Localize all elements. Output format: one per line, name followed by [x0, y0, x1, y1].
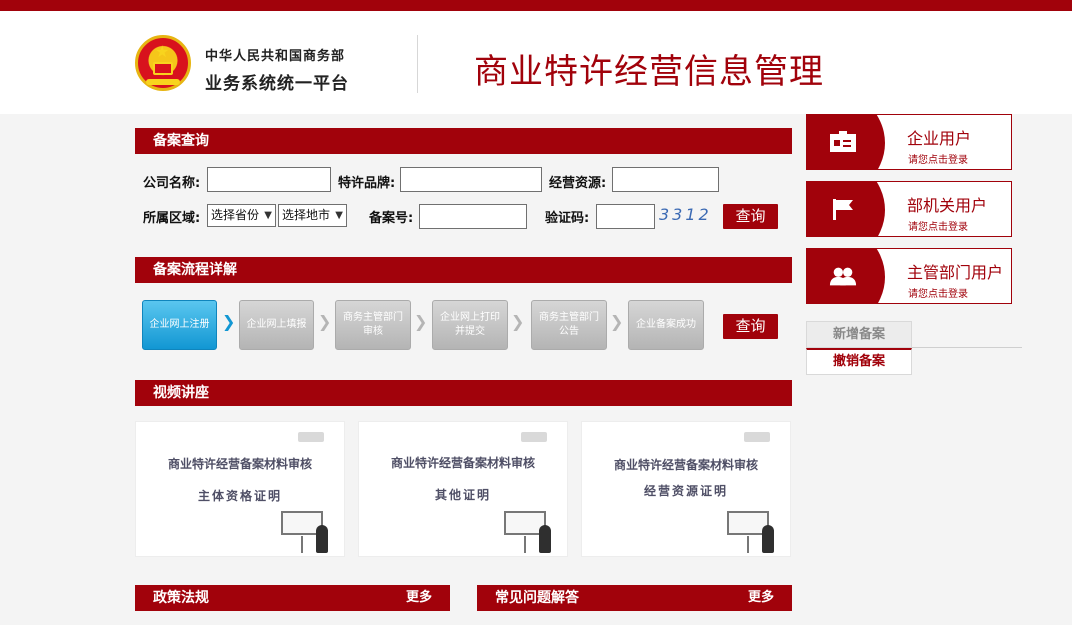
id-card-icon [829, 131, 857, 153]
video-card-subtitle: 其他证明 [434, 488, 491, 502]
record-tabs: 新增备案 撤销备案 [806, 321, 1022, 375]
process-query-button[interactable]: 查询 [723, 314, 778, 339]
resource-input[interactable] [612, 167, 719, 192]
policy-title: 政策法规 [153, 590, 209, 606]
video-card-title: 商业特许经营备案材料审核 [390, 456, 535, 470]
search-query-button[interactable]: 查询 [723, 204, 778, 229]
users-icon [829, 265, 857, 287]
captcha-label: 验证码: [545, 211, 590, 226]
ministry-user-login[interactable]: 部机关用户 请您点击登录 [806, 181, 1012, 237]
arrow-right-icon: ❯ [318, 312, 332, 331]
national-emblem-icon: ★ [135, 35, 191, 91]
arrow-right-icon: ❯ [414, 312, 428, 331]
region-label: 所属区域: [143, 211, 201, 226]
city-select[interactable]: 选择地市 ▼ [278, 204, 347, 227]
chevron-down-icon: ▼ [264, 210, 272, 221]
emblem-star-icon: ★ [155, 42, 170, 61]
presenter-icon [539, 525, 551, 553]
board-stand-icon [747, 536, 749, 553]
tab-new-record[interactable]: 新增备案 [806, 321, 912, 348]
arrow-right-icon: ❯ [610, 312, 624, 331]
video-card-subtitle: 主体资格证明 [197, 489, 282, 503]
tab-cancel-record[interactable]: 撤销备案 [806, 348, 912, 375]
process-section-header: 备案流程详解 [135, 257, 792, 283]
video-logo-icon [298, 432, 324, 442]
video-card-resource[interactable]: 商业特许经营备案材料审核 经营资源证明 [581, 421, 791, 557]
ministry-user-login-hint: 请您点击登录 [908, 222, 968, 233]
record-number-label: 备案号: [369, 211, 414, 226]
tab-divider-line [912, 347, 1022, 348]
ministry-user-title: 部机关用户 [907, 196, 988, 215]
city-select-value: 选择地市 [282, 208, 331, 222]
competent-user-title: 主管部门用户 [907, 263, 1004, 282]
site-header: ★ 中华人民共和国商务部 业务系统统一平台 商业特许经营信息管理 [0, 11, 1072, 114]
step-record-success[interactable]: 企业备案成功 [628, 300, 704, 350]
company-name-label: 公司名称: [143, 176, 201, 191]
resource-label: 经营资源: [549, 176, 607, 191]
emblem-base-icon [146, 79, 180, 85]
policy-more-link[interactable]: 更多 [406, 585, 432, 611]
video-card-other[interactable]: 商业特许经营备案材料审核 其他证明 [358, 421, 568, 557]
province-select[interactable]: 选择省份 ▼ [207, 204, 276, 227]
site-title: 商业特许经营信息管理 [474, 52, 824, 92]
company-name-input[interactable] [207, 167, 331, 192]
emblem-gate-icon [153, 62, 173, 75]
video-section-header: 视频讲座 [135, 380, 792, 406]
arrow-right-icon: ❯ [511, 312, 525, 331]
video-logo-icon [521, 432, 547, 442]
step-print-submit[interactable]: 企业网上打印并提交 [432, 300, 508, 350]
presenter-icon [316, 525, 328, 553]
search-section-header: 备案查询 [135, 128, 792, 154]
captcha-image[interactable]: 3312 [659, 204, 713, 228]
competent-user-login-hint: 请您点击登录 [908, 289, 968, 300]
step-department-announcement[interactable]: 商务主管部门公告 [531, 300, 607, 350]
brand-input[interactable] [400, 167, 542, 192]
competent-department-user-login[interactable]: 主管部门用户 请您点击登录 [806, 248, 1012, 304]
header-divider [417, 35, 418, 93]
ministry-name: 中华人民共和国商务部 [205, 49, 346, 64]
platform-name: 业务系统统一平台 [205, 74, 349, 94]
enterprise-user-title: 企业用户 [907, 129, 972, 148]
chevron-down-icon: ▼ [335, 210, 343, 221]
captcha-input[interactable] [596, 204, 655, 229]
enterprise-user-login-hint: 请您点击登录 [908, 155, 968, 166]
video-card-subject[interactable]: 商业特许经营备案材料审核 主体资格证明 [135, 421, 345, 557]
step-online-filing[interactable]: 企业网上填报 [239, 300, 314, 350]
presenter-icon [762, 525, 774, 553]
video-card-title: 商业特许经营备案材料审核 [167, 457, 312, 471]
faq-more-link[interactable]: 更多 [748, 585, 774, 611]
step-department-review[interactable]: 商务主管部门审核 [335, 300, 411, 350]
video-logo-icon [744, 432, 770, 442]
province-select-value: 选择省份 [211, 208, 260, 222]
faq-title: 常见问题解答 [495, 590, 579, 606]
brand-label: 特许品牌: [338, 176, 396, 191]
faq-section-header: 常见问题解答 更多 [477, 585, 792, 611]
step-enterprise-registration[interactable]: 企业网上注册 [142, 300, 217, 350]
record-number-input[interactable] [419, 204, 527, 229]
arrow-right-icon: ❯ [222, 312, 236, 331]
video-card-subtitle: 经营资源证明 [643, 484, 728, 498]
flag-icon [829, 198, 857, 220]
top-color-strip [0, 0, 1072, 11]
video-card-title: 商业特许经营备案材料审核 [613, 458, 758, 472]
enterprise-user-login[interactable]: 企业用户 请您点击登录 [806, 114, 1012, 170]
board-stand-icon [301, 536, 303, 553]
policy-section-header: 政策法规 更多 [135, 585, 450, 611]
board-stand-icon [524, 536, 526, 553]
